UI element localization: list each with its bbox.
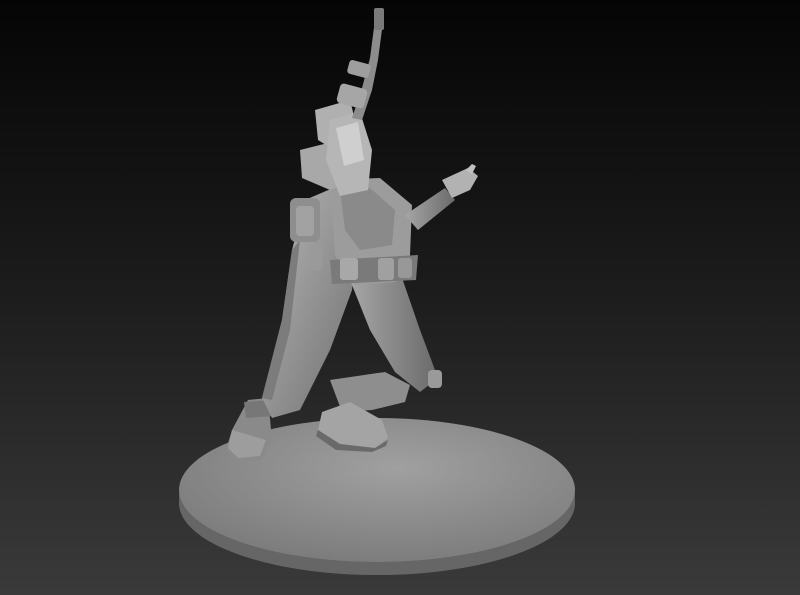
rifle	[336, 8, 384, 120]
outstretched-arm	[405, 164, 478, 230]
sculpt-render	[179, 8, 575, 575]
render-viewport	[0, 0, 800, 595]
